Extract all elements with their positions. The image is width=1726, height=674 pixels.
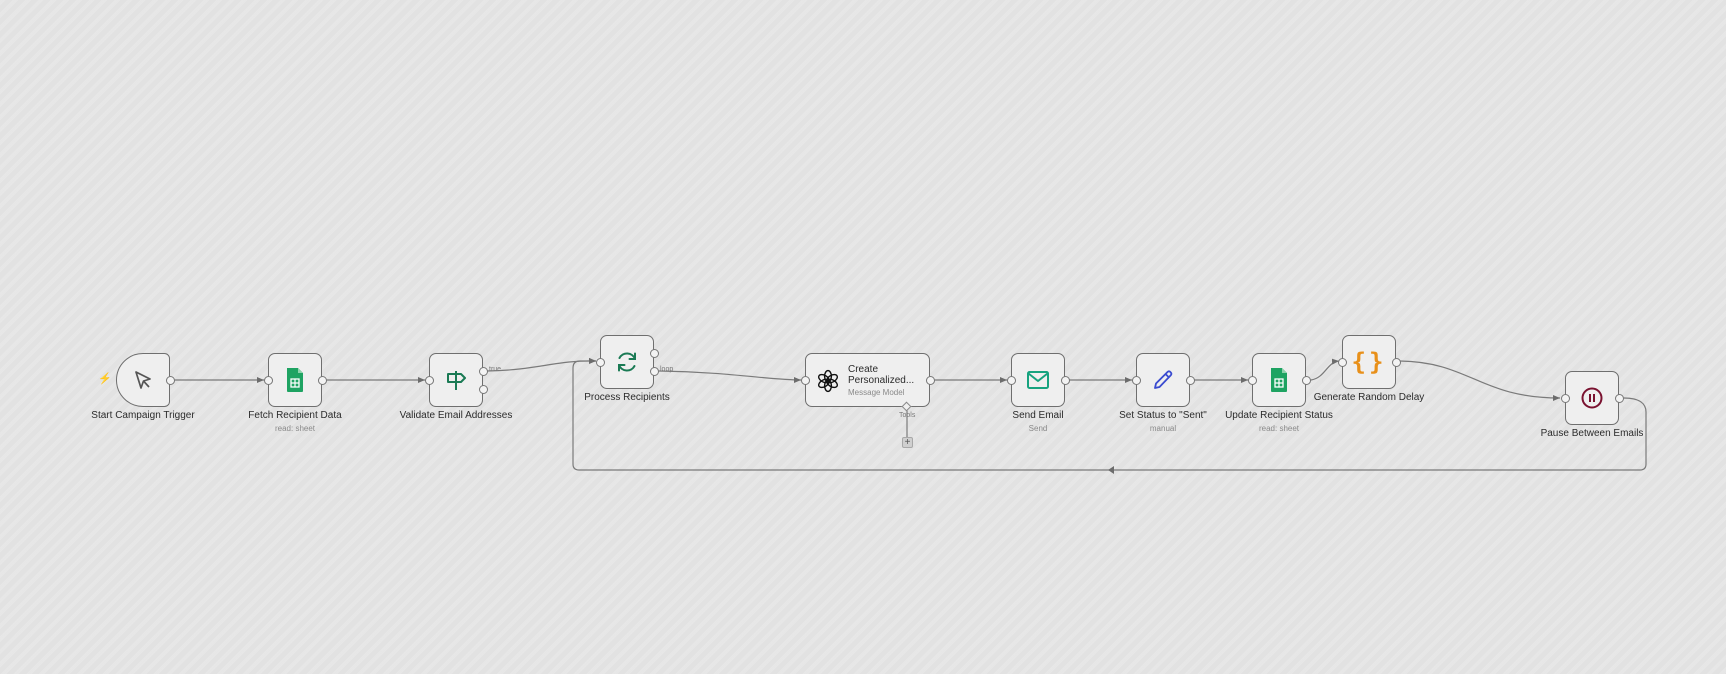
google-sheets-icon [285,367,305,393]
output-handle[interactable] [1061,376,1070,385]
node-label: Validate Email Addresses [399,410,513,421]
connections-layer [175,357,1647,474]
output-handle[interactable] [166,376,175,385]
output-handle[interactable] [1615,394,1624,403]
node-label: Pause Between Emails [1540,428,1644,439]
output-handle[interactable] [318,376,327,385]
add-tool-button[interactable]: + [902,437,913,448]
input-handle[interactable] [1561,394,1570,403]
node-subtitle: read: sheet [1258,424,1300,433]
node-pause-between-emails[interactable] [1561,371,1624,425]
node-label: Generate Random Delay [1313,392,1425,403]
input-handle[interactable] [1007,376,1016,385]
pencil-icon [1151,368,1175,392]
node-send-email[interactable] [1007,353,1070,407]
node-create-personalized-message[interactable]: Create Personalized... Message Model [801,353,935,407]
input-handle[interactable] [801,376,810,385]
edge-label-true: true [489,366,502,373]
edge-label-loop: loop [660,366,674,373]
input-handle[interactable] [1132,376,1141,385]
output-handle-false[interactable] [479,385,488,394]
openai-icon [816,369,840,393]
input-handle[interactable] [264,376,273,385]
node-set-status-sent[interactable] [1132,353,1195,407]
input-handle[interactable] [1248,376,1257,385]
node-subtitle: read: sheet [274,424,316,433]
edge-validate-process [486,357,597,372]
node-subtitle: Message Model [848,388,905,397]
node-label: Update Recipient Status [1225,410,1333,421]
cursor-click-icon [131,368,155,392]
edge-update-delay [1310,358,1340,381]
node-start-campaign-trigger[interactable] [116,353,175,407]
tools-label: Tools [899,412,916,419]
curly-braces-icon: {} [1351,348,1387,376]
output-handle-loop[interactable] [650,367,659,376]
node-validate-email-addresses[interactable] [425,353,488,407]
node-fetch-recipient-data[interactable] [264,353,327,407]
output-handle[interactable] [926,376,935,385]
google-sheets-icon [1269,367,1289,393]
output-handle[interactable] [1392,358,1401,367]
output-handle[interactable] [1302,376,1311,385]
signpost-icon [444,368,468,392]
output-handle[interactable] [1186,376,1195,385]
edge-process-create [658,370,802,383]
node-label: Create Personalized... [848,364,915,386]
refresh-loop-icon [615,350,639,374]
envelope-icon [1026,369,1050,391]
pause-icon [1580,386,1604,410]
input-handle[interactable] [596,358,605,367]
loopback-arrow [1108,466,1114,474]
node-label: Process Recipients [584,392,670,403]
output-handle-true[interactable] [479,367,488,376]
input-handle[interactable] [425,376,434,385]
lightning-bolt-icon: ⚡ [98,373,112,385]
output-handle-done[interactable] [650,349,659,358]
node-process-recipients[interactable] [596,335,659,389]
input-handle[interactable] [1338,358,1347,367]
node-generate-random-delay[interactable]: {} [1338,335,1401,389]
